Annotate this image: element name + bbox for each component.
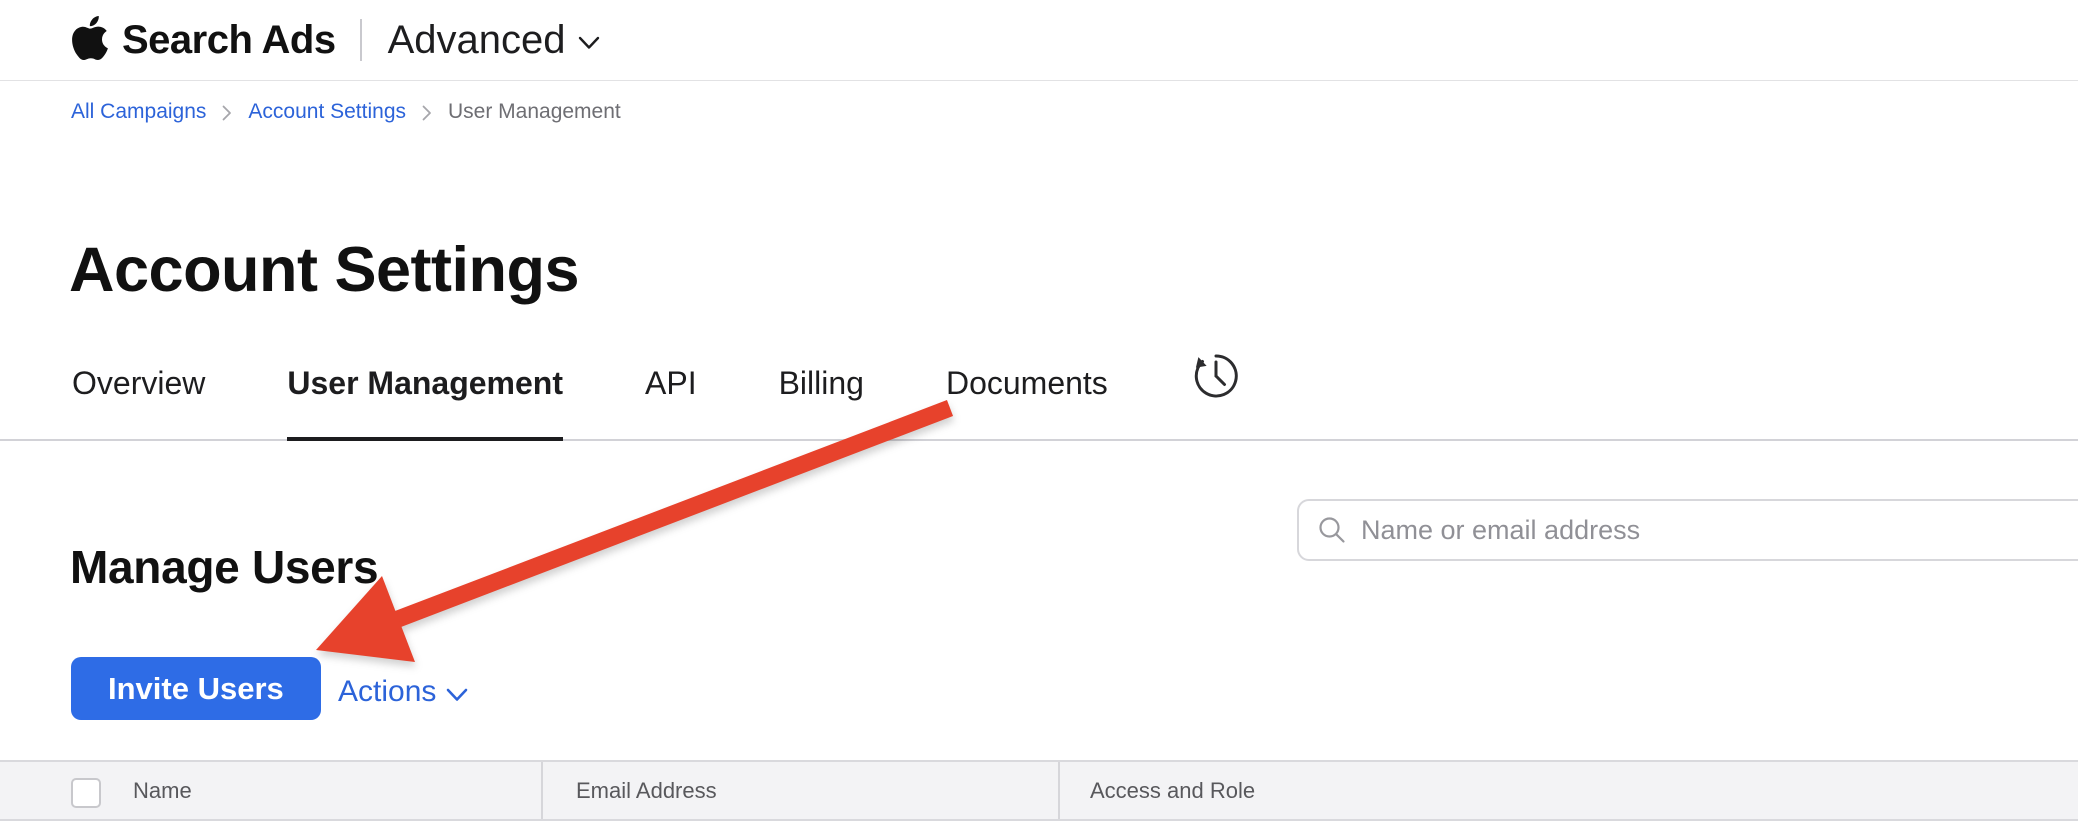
breadcrumb-account-settings[interactable]: Account Settings: [248, 100, 406, 124]
app-header: Search Ads Advanced: [0, 0, 2078, 81]
tab-api[interactable]: API: [645, 364, 697, 439]
chevron-right-icon: [422, 105, 432, 121]
breadcrumb: All Campaigns Account Settings User Mana…: [71, 100, 621, 124]
chevron-right-icon: [222, 105, 232, 121]
column-header-email: Email Address: [576, 762, 717, 819]
tab-billing[interactable]: Billing: [779, 364, 864, 439]
product-selector-label: Advanced: [388, 18, 566, 63]
chevron-down-icon: [578, 36, 600, 50]
breadcrumb-current: User Management: [448, 100, 621, 124]
page-title: Account Settings: [69, 236, 579, 304]
account-settings-page: Search Ads Advanced All Campaigns Accoun…: [0, 0, 2078, 824]
tab-documents[interactable]: Documents: [946, 364, 1108, 439]
brand-name: Search Ads: [122, 18, 336, 63]
invite-users-button[interactable]: Invite Users: [71, 657, 321, 720]
column-divider: [541, 762, 543, 819]
manage-users-heading: Manage Users: [70, 542, 378, 592]
tab-user-management[interactable]: User Management: [287, 364, 563, 439]
history-clock-icon[interactable]: [1190, 364, 1242, 402]
users-table-header: Name Email Address Access and Role: [0, 760, 2078, 821]
apple-logo-icon: [72, 16, 108, 60]
tab-overview[interactable]: Overview: [72, 364, 205, 439]
search-icon: [1317, 515, 1347, 545]
chevron-down-icon: [446, 688, 468, 702]
column-divider: [1058, 762, 1060, 819]
header-divider: [360, 19, 362, 61]
actions-label: Actions: [338, 674, 436, 710]
product-selector[interactable]: Advanced: [388, 18, 600, 63]
search-input[interactable]: [1359, 500, 2078, 560]
tab-bar: Overview User Management API Billing Doc…: [0, 364, 2078, 441]
user-search-box: [1297, 499, 2078, 561]
column-header-name: Name: [133, 762, 192, 819]
breadcrumb-all-campaigns[interactable]: All Campaigns: [71, 100, 206, 124]
actions-dropdown[interactable]: Actions: [338, 674, 468, 710]
select-all-checkbox[interactable]: [71, 778, 101, 808]
column-header-access-role: Access and Role: [1090, 762, 1255, 819]
